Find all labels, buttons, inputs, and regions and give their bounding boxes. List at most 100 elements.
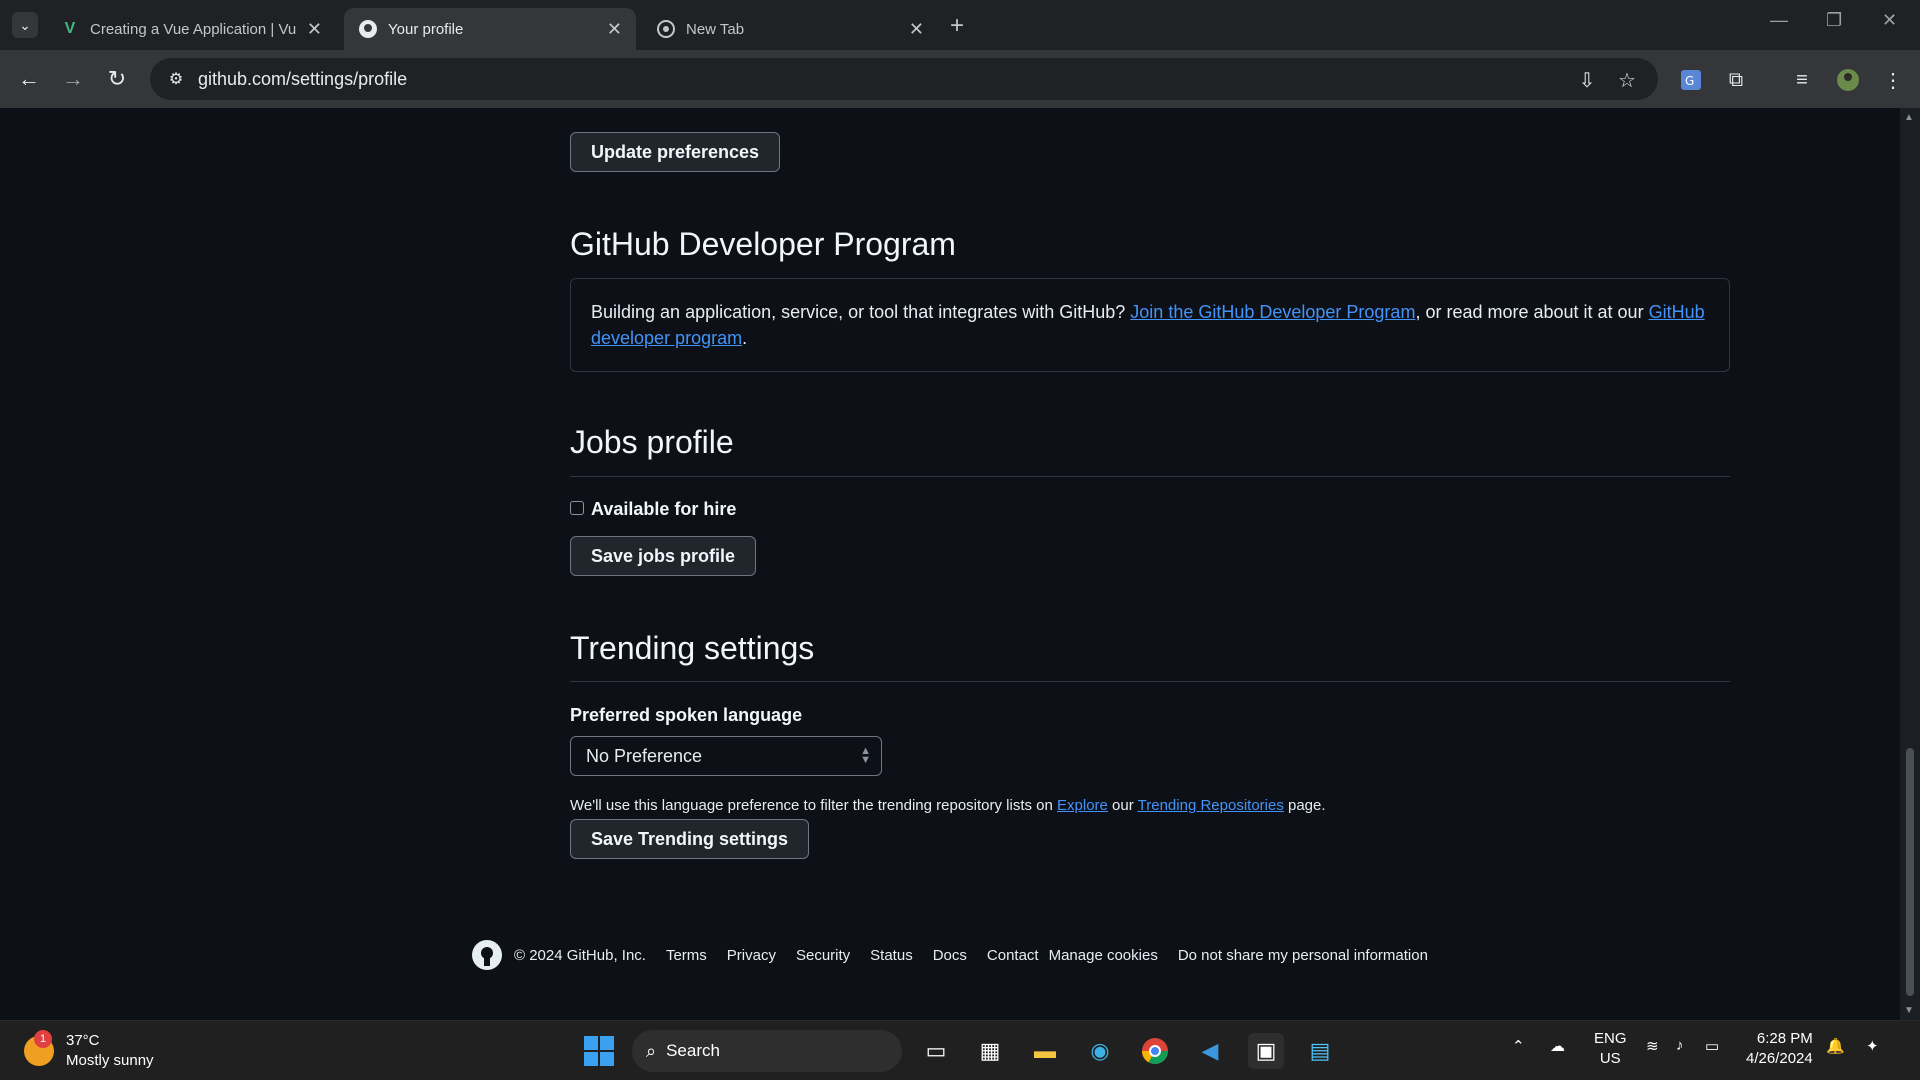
media-control-icon[interactable]: ≡ (1788, 66, 1816, 94)
footer-link-privacy[interactable]: Privacy (727, 947, 776, 964)
search-icon: ⌕ (646, 1040, 657, 1061)
search-placeholder: Search (666, 1041, 720, 1060)
windows-start-icon[interactable] (584, 1036, 614, 1066)
available-for-hire-label[interactable]: Available for hire (591, 499, 736, 520)
save-jobs-profile-button[interactable]: Save jobs profile (570, 536, 757, 576)
bookmark-star-icon[interactable]: ☆ (1613, 66, 1641, 94)
vue-icon: V (64, 20, 76, 37)
close-icon[interactable]: ✕ (607, 19, 622, 40)
clock-date: 4/26/2024 (1746, 1050, 1813, 1067)
vscode-icon[interactable]: ◀ (1192, 1033, 1228, 1069)
task-view-icon[interactable]: ▭ (918, 1033, 954, 1069)
copilot-icon[interactable]: ✦ (1866, 1037, 1879, 1055)
footer-link-status[interactable]: Status (870, 947, 913, 964)
new-tab-icon[interactable]: + (950, 12, 964, 40)
developer-program-heading: GitHub Developer Program (570, 226, 956, 262)
battery-icon[interactable]: ▭ (1705, 1037, 1719, 1055)
github-logo-icon[interactable] (472, 940, 502, 970)
browser-toolbar: ← → ↻ ⚙ github.com/settings/profile ⇩ ☆ … (0, 50, 1920, 108)
chrome-taskbar-icon[interactable] (1137, 1033, 1173, 1069)
update-preferences-button[interactable]: Update preferences (570, 132, 781, 172)
wifi-icon[interactable]: ≋ (1646, 1037, 1659, 1055)
onedrive-icon[interactable]: ☁ (1550, 1037, 1565, 1055)
weather-description: Mostly sunny (66, 1052, 154, 1069)
install-app-icon[interactable]: ⇩ (1573, 66, 1601, 94)
available-for-hire-checkbox[interactable] (570, 501, 584, 515)
taskbar-search[interactable]: ⌕ Search (632, 1030, 902, 1072)
settings-page: Update preferences GitHub Developer Prog… (0, 108, 1900, 1020)
clock[interactable]: 6:28 PM 4/26/2024 (1746, 1029, 1813, 1069)
notification-bell-icon[interactable]: 🔔 (1826, 1037, 1845, 1055)
minimize-icon[interactable]: — (1770, 10, 1788, 31)
developer-program-text-end: . (742, 328, 748, 348)
developer-program-text-middle: , or read more about it at our (1415, 302, 1649, 322)
select-caret-icon: ▲ ▼ (860, 745, 871, 766)
tab-title: Your profile (388, 20, 464, 38)
footer-link-security[interactable]: Security (796, 947, 850, 964)
page-scrollbar[interactable]: ▲ ▼ (1900, 108, 1920, 1020)
save-trending-settings-button[interactable]: Save Trending settings (570, 819, 810, 859)
notification-badge: 1 (34, 1030, 52, 1048)
tab-vue[interactable]: V Creating a Vue Application | Vu ✕ (46, 8, 336, 50)
svg-text:G: G (1685, 74, 1694, 88)
notepad-icon[interactable]: ▤ (1302, 1033, 1338, 1069)
tab-title: Creating a Vue Application | Vu (90, 20, 297, 38)
site-info-icon[interactable]: ⚙ (164, 67, 188, 91)
python-app-icon[interactable]: ▣ (1248, 1033, 1284, 1069)
forward-icon[interactable]: → (58, 64, 88, 94)
url-text[interactable]: github.com/settings/profile (198, 69, 407, 90)
weather-temperature: 37°C (66, 1032, 100, 1049)
avatar[interactable] (1834, 66, 1862, 94)
scroll-up-icon[interactable]: ▲ (1904, 112, 1914, 123)
language-indicator[interactable]: ENG US (1594, 1029, 1627, 1069)
close-window-icon[interactable]: ✕ (1882, 10, 1897, 31)
tray-chevron-icon[interactable]: ⌃ (1512, 1037, 1525, 1055)
language-top: ENG (1594, 1030, 1627, 1047)
edge-icon[interactable]: ◉ (1082, 1033, 1118, 1069)
windows-taskbar: 1 37°C Mostly sunny ⌕ Search ▭ ▦ ▬ ◉ ◀ ▣… (0, 1020, 1920, 1080)
address-bar[interactable]: ⚙ github.com/settings/profile (150, 58, 1658, 100)
footer: © 2024 GitHub, Inc. Terms Privacy Securi… (472, 940, 1448, 970)
footer-copyright: © 2024 GitHub, Inc. (514, 946, 646, 964)
restore-icon[interactable]: ❐ (1826, 10, 1842, 31)
store-icon[interactable]: ▦ (972, 1033, 1008, 1069)
tab-search-button[interactable]: ⌄ (12, 12, 38, 38)
trending-settings-heading: Trending settings (570, 630, 815, 666)
weather-sun-icon: 1 (24, 1030, 54, 1066)
browser-tab-bar: ⌄ V Creating a Vue Application | Vu ✕ Yo… (0, 0, 1920, 50)
trending-repositories-link[interactable]: Trending Repositories (1138, 797, 1284, 814)
footer-link-terms[interactable]: Terms (666, 947, 707, 964)
preferred-language-select[interactable]: No Preference ▲ ▼ (570, 736, 882, 776)
join-developer-program-link[interactable]: Join the GitHub Developer Program (1130, 302, 1415, 322)
note-text-end: page. (1283, 797, 1326, 814)
developer-program-box: Building an application, service, or too… (570, 278, 1730, 372)
close-icon[interactable]: ✕ (307, 19, 322, 40)
jobs-profile-heading: Jobs profile (570, 424, 734, 460)
scroll-down-icon[interactable]: ▼ (1904, 1005, 1914, 1016)
reload-icon[interactable]: ↻ (102, 64, 132, 94)
back-icon[interactable]: ← (14, 64, 44, 94)
divider (570, 681, 1730, 682)
explore-link[interactable]: Explore (1057, 797, 1108, 814)
volume-icon[interactable]: ♪ (1676, 1037, 1684, 1054)
footer-link-contact[interactable]: Contact (987, 947, 1039, 964)
menu-icon[interactable]: ⋮ (1879, 66, 1907, 94)
github-icon (358, 19, 378, 39)
extensions-icon[interactable]: ⧉ (1722, 66, 1750, 94)
close-icon[interactable]: ✕ (909, 19, 924, 40)
scrollbar-thumb[interactable] (1906, 748, 1914, 996)
clock-time: 6:28 PM (1756, 1030, 1813, 1047)
footer-link-docs[interactable]: Docs (933, 947, 967, 964)
footer-link-manage-cookies[interactable]: Manage cookies (1049, 947, 1158, 964)
translate-icon[interactable]: G (1677, 66, 1705, 94)
footer-link-do-not-share[interactable]: Do not share my personal information (1178, 947, 1428, 964)
divider (570, 476, 1730, 477)
tab-new-tab[interactable]: New Tab ✕ (642, 8, 938, 50)
selected-language: No Preference (586, 745, 703, 766)
tab-your-profile[interactable]: Your profile ✕ (344, 8, 636, 50)
note-text: We'll use this language preference to fi… (570, 797, 1058, 814)
file-explorer-icon[interactable]: ▬ (1027, 1033, 1063, 1069)
chrome-icon (656, 19, 676, 39)
language-note: We'll use this language preference to fi… (570, 797, 1326, 814)
weather-widget[interactable]: 1 37°C Mostly sunny (24, 1030, 154, 1071)
